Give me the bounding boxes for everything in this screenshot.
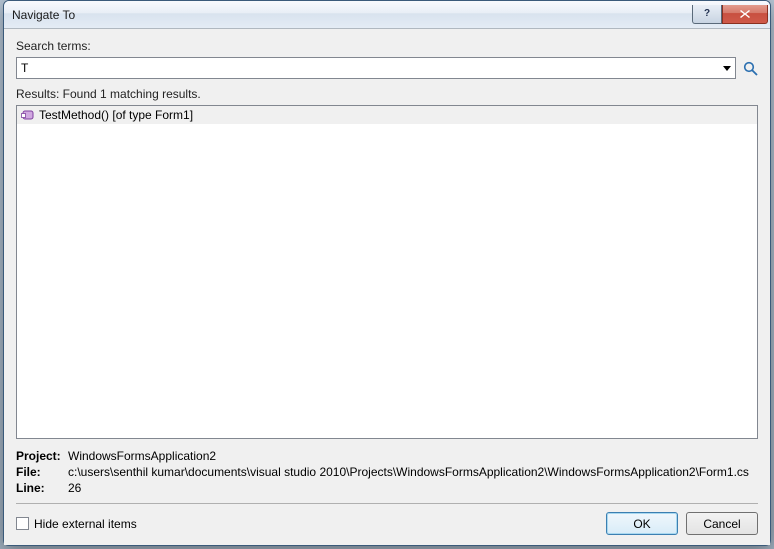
detail-file-val: c:\users\senthil kumar\documents\visual … xyxy=(68,465,758,479)
search-input-wrap xyxy=(16,57,736,79)
checkbox-icon xyxy=(16,517,29,530)
hide-external-checkbox[interactable]: Hide external items xyxy=(16,517,137,531)
bottom-row: Hide external items OK Cancel xyxy=(16,512,758,535)
details-panel: Project: WindowsFormsApplication2 File: … xyxy=(16,449,758,504)
detail-line-key: Line: xyxy=(16,481,68,495)
help-icon: ? xyxy=(704,8,710,19)
search-row xyxy=(16,57,758,79)
hide-external-label: Hide external items xyxy=(34,517,137,531)
close-icon xyxy=(740,10,750,18)
results-label: Results: Found 1 matching results. xyxy=(16,87,758,101)
method-icon xyxy=(21,108,35,122)
search-label: Search terms: xyxy=(16,39,758,53)
list-item-label: TestMethod() [of type Form1] xyxy=(39,108,193,122)
help-button[interactable]: ? xyxy=(692,5,722,24)
detail-project-val: WindowsFormsApplication2 xyxy=(68,449,758,463)
window-title: Navigate To xyxy=(12,8,692,22)
detail-line-val: 26 xyxy=(68,481,758,495)
ok-button[interactable]: OK xyxy=(606,512,678,535)
close-button[interactable] xyxy=(722,5,768,24)
detail-file: File: c:\users\senthil kumar\documents\v… xyxy=(16,465,758,479)
search-button[interactable] xyxy=(742,60,758,76)
detail-project-key: Project: xyxy=(16,449,68,463)
detail-file-key: File: xyxy=(16,465,68,479)
dialog-window: Navigate To ? Search terms: xyxy=(3,0,771,546)
list-item[interactable]: TestMethod() [of type Form1] xyxy=(17,106,757,124)
titlebar-buttons: ? xyxy=(692,5,768,24)
dialog-content: Search terms: Results: Found 1 matching … xyxy=(4,29,770,545)
detail-line: Line: 26 xyxy=(16,481,758,495)
detail-project: Project: WindowsFormsApplication2 xyxy=(16,449,758,463)
results-list[interactable]: TestMethod() [of type Form1] xyxy=(16,105,758,439)
titlebar[interactable]: Navigate To ? xyxy=(4,1,770,29)
cancel-button[interactable]: Cancel xyxy=(686,512,758,535)
search-input[interactable] xyxy=(16,57,736,79)
search-icon xyxy=(743,61,758,76)
